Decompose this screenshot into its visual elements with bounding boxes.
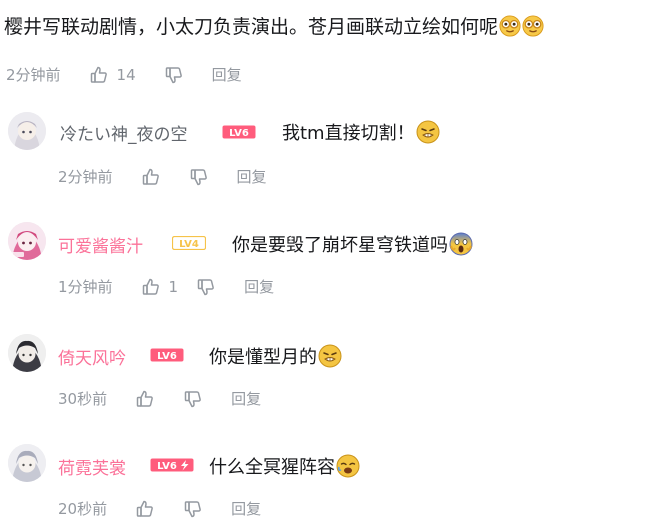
main-comment-content: 樱井写联动剧情，小太刀负责演出。苍月画联动立绘如何呢 <box>4 14 544 40</box>
svg-text:LV6: LV6 <box>157 461 177 472</box>
username[interactable]: 荷霓芙裳 <box>58 454 126 479</box>
like-button[interactable] <box>135 389 155 409</box>
reply-content: 我tm直接切割！ <box>282 119 440 145</box>
comment-time: 2分钟前 <box>58 168 113 186</box>
reply-button[interactable]: 回复 <box>212 64 242 85</box>
reply-actions: 30秒前 回复 <box>58 388 261 409</box>
svg-text:LV6: LV6 <box>229 128 249 139</box>
goggle-eyes-emoji-icon <box>499 15 521 37</box>
like-button[interactable]: 14 <box>89 65 136 85</box>
reply-text: 你是要毁了崩坏星穹铁道吗 <box>232 235 448 256</box>
reply-content: 什么全冥猩阵容 <box>209 453 360 479</box>
username[interactable]: 冷たい神_夜の空 <box>60 120 188 145</box>
reply-text: 什么全冥猩阵容 <box>209 457 335 478</box>
like-button[interactable] <box>135 499 155 519</box>
level-badge-lv4: LV4 <box>172 236 206 250</box>
thumbs-down-icon <box>190 168 207 185</box>
avatar-image <box>8 444 46 482</box>
reply-text: 你是懂型月的 <box>209 347 317 368</box>
dislike-button[interactable] <box>183 389 203 409</box>
dislike-button[interactable] <box>164 65 184 85</box>
comment-time: 1分钟前 <box>58 278 113 296</box>
avatar-image <box>8 334 46 372</box>
thumbs-up-icon <box>136 390 153 407</box>
comment-time: 30秒前 <box>58 390 108 408</box>
reply-content: 你是要毁了崩坏星穹铁道吗 <box>232 231 473 257</box>
reply-button[interactable]: 回复 <box>244 276 274 297</box>
comment-time: 2分钟前 <box>6 66 61 84</box>
comment-time: 20秒前 <box>58 500 108 518</box>
reply-actions: 20秒前 回复 <box>58 498 261 519</box>
avatar-image <box>8 112 46 150</box>
username[interactable]: 可爱酱酱汁 <box>58 232 143 257</box>
reply-actions: 1分钟前 1 回复 <box>58 276 274 297</box>
reply-content: 你是懂型月的 <box>209 343 342 369</box>
thumbs-up-icon <box>142 278 159 295</box>
svg-text:LV6: LV6 <box>157 351 177 362</box>
avatar[interactable] <box>8 222 46 260</box>
thumbs-down-icon <box>184 390 201 407</box>
level-badge-lv6-lightning: LV6 <box>150 458 194 472</box>
like-button[interactable]: 1 <box>141 277 179 297</box>
thumbs-down-icon <box>184 500 201 517</box>
like-count: 1 <box>168 277 179 296</box>
svg-text:LV4: LV4 <box>179 239 199 250</box>
screaming-face-emoji-icon <box>449 232 473 256</box>
reply-button[interactable]: 回复 <box>237 166 267 187</box>
level-badge-lv6: LV6 <box>150 348 184 362</box>
thumbs-down-icon <box>197 278 214 295</box>
reply-button[interactable]: 回复 <box>231 498 261 519</box>
like-button[interactable] <box>141 167 161 187</box>
thumbs-up-icon <box>136 500 153 517</box>
level-badge-lv6: LV6 <box>222 125 256 139</box>
thumbs-up-icon <box>90 66 107 83</box>
cringe-face-emoji-icon <box>416 120 440 144</box>
like-count: 14 <box>116 65 136 84</box>
dislike-button[interactable] <box>196 277 216 297</box>
cringe-face-emoji-icon <box>318 344 342 368</box>
avatar[interactable] <box>8 444 46 482</box>
username[interactable]: 倚天风吟 <box>58 344 126 369</box>
thumbs-down-icon <box>165 66 182 83</box>
avatar[interactable] <box>8 334 46 372</box>
main-comment-actions: 2分钟前 14 回复 <box>6 64 242 85</box>
dislike-button[interactable] <box>189 167 209 187</box>
avatar-image <box>8 222 46 260</box>
goggle-eyes-emoji-icon <box>522 15 544 37</box>
weary-face-emoji-icon <box>336 454 360 478</box>
thumbs-up-icon <box>142 168 159 185</box>
avatar[interactable] <box>8 112 46 150</box>
reply-text: 我tm直接切割！ <box>282 123 415 144</box>
dislike-button[interactable] <box>183 499 203 519</box>
reply-actions: 2分钟前 回复 <box>58 166 267 187</box>
reply-button[interactable]: 回复 <box>231 388 261 409</box>
main-comment-text: 樱井写联动剧情，小太刀负责演出。苍月画联动立绘如何呢 <box>4 16 499 38</box>
comment-thread: 樱井写联动剧情，小太刀负责演出。苍月画联动立绘如何呢 2分钟前 14 回复 冷た… <box>0 0 658 518</box>
